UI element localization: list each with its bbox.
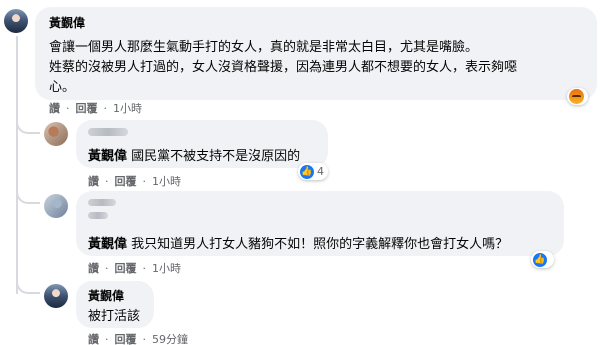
thread-line <box>16 36 18 294</box>
comment-actions: 讚 · 回覆 · 1小時 <box>49 100 142 116</box>
comment-text: 被打活該 <box>88 309 141 324</box>
avatar[interactable] <box>44 122 68 146</box>
like-icon: 👍 <box>533 252 547 267</box>
timestamp[interactable]: 1小時 <box>152 173 181 189</box>
comment-text-body: 我只知道男人打女人豬狗不如！照你的字義解釋你也會打女人嗎？ <box>131 237 509 252</box>
like-link[interactable]: 讚 <box>88 173 99 189</box>
blurred-text <box>88 212 108 219</box>
like-icon: 👍 <box>300 164 314 179</box>
thread-connector <box>16 190 40 204</box>
comment-text: 黃覲偉 國民黨不被支持不是沒原因的 <box>88 145 300 164</box>
reaction-count: 4 <box>317 165 324 178</box>
comment-author[interactable]: 黃覲偉 <box>88 287 124 304</box>
comment-bubble: 黃覲偉 會讓一個男人那麼生氣動手打的女人，真的就是非常太白目，尤其是嘴臉。 姓蔡… <box>35 7 597 100</box>
comment-bubble: 黃覲偉 我只知道男人打女人豬狗不如！照你的字義解釋你也會打女人嗎？ <box>76 191 564 256</box>
avatar[interactable] <box>44 284 68 308</box>
blurred-author-name[interactable] <box>88 199 116 206</box>
avatar[interactable] <box>4 9 28 33</box>
comment-actions: 讚 · 回覆 · 1小時 <box>88 260 181 276</box>
comment-text: 黃覲偉 我只知道男人打女人豬狗不如！照你的字義解釋你也會打女人嗎？ <box>88 233 508 252</box>
comment-text-line: 心。 <box>49 80 76 95</box>
like-link[interactable]: 讚 <box>88 260 99 276</box>
mention-tag[interactable]: 黃覲偉 <box>88 149 127 164</box>
timestamp[interactable]: 1小時 <box>152 260 181 276</box>
thread-connector <box>16 280 40 294</box>
comment-text-line: 會讓一個男人那麼生氣動手打的女人，真的就是非常太白目，尤其是嘴臉。 <box>49 40 479 55</box>
comment-actions: 讚 · 回覆 · 1小時 <box>88 173 181 189</box>
blurred-author-name[interactable] <box>88 128 128 136</box>
comment-text-body: 國民黨不被支持不是沒原因的 <box>131 149 301 164</box>
comment-text-line: 姓蔡的沒被男人打過的，女人沒資格聲援，因為連男人都不想要的女人，表示夠噁 <box>49 60 518 75</box>
avatar[interactable] <box>44 194 68 218</box>
comment-bubble: 黃覲偉 國民黨不被支持不是沒原因的 <box>76 120 328 168</box>
comment-author[interactable]: 黃覲偉 <box>49 14 85 31</box>
reply-link[interactable]: 回覆 <box>115 331 137 345</box>
reply-link[interactable]: 回覆 <box>115 173 137 189</box>
comment-actions: 讚 · 回覆 · 59分鐘 <box>88 331 188 345</box>
reaction-badge[interactable]: 👍 4 <box>298 163 328 180</box>
angry-icon <box>569 89 584 104</box>
reply-link[interactable]: 回覆 <box>76 100 98 116</box>
timestamp[interactable]: 1小時 <box>113 100 142 116</box>
reply-link[interactable]: 回覆 <box>115 260 137 276</box>
comment-bubble: 黃覲偉 被打活該 <box>76 281 154 328</box>
like-link[interactable]: 讚 <box>49 100 60 116</box>
like-link[interactable]: 讚 <box>88 331 99 345</box>
timestamp[interactable]: 59分鐘 <box>152 331 188 345</box>
thread-connector <box>16 118 40 134</box>
mention-tag[interactable]: 黃覲偉 <box>88 237 127 252</box>
reaction-badge[interactable] <box>567 88 588 105</box>
cut-off-previous-comment <box>0 0 600 6</box>
reaction-badge[interactable]: 👍 <box>531 251 554 268</box>
